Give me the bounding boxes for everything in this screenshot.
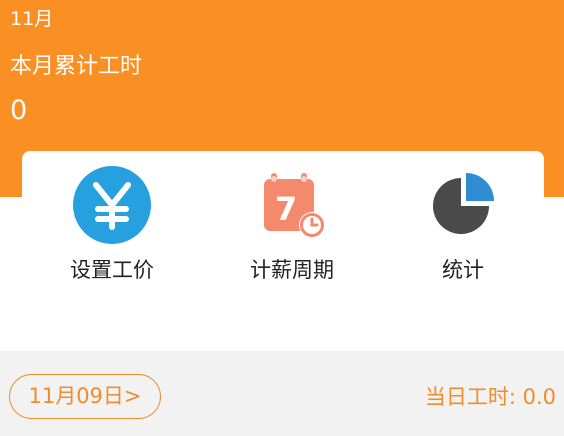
month-label: 11月: [10, 8, 54, 30]
pay-period-button[interactable]: 7 计薪周期: [207, 165, 377, 283]
monthly-total-hours-value: 0: [10, 95, 28, 126]
set-wage-label: 设置工价: [70, 258, 154, 282]
calendar-icon: 7: [264, 173, 325, 238]
date-selector-button[interactable]: 11月09日>: [9, 374, 161, 419]
statistics-label: 统计: [442, 258, 484, 282]
monthly-total-hours-label: 本月累计工时: [10, 54, 143, 79]
yen-icon: [73, 166, 151, 244]
app-screen: 11月 本月累计工时 0 设置工价 7 计薪周期 统计 11月09日> 当日工时…: [0, 0, 564, 436]
pay-period-label: 计薪周期: [250, 258, 334, 282]
statistics-button[interactable]: 统计: [378, 165, 548, 283]
set-wage-button[interactable]: 设置工价: [27, 165, 197, 283]
calendar-day-number: 7: [275, 190, 297, 228]
pie-chart-icon: [433, 173, 494, 234]
daily-hours-text: 当日工时: 0.0: [424, 385, 556, 409]
